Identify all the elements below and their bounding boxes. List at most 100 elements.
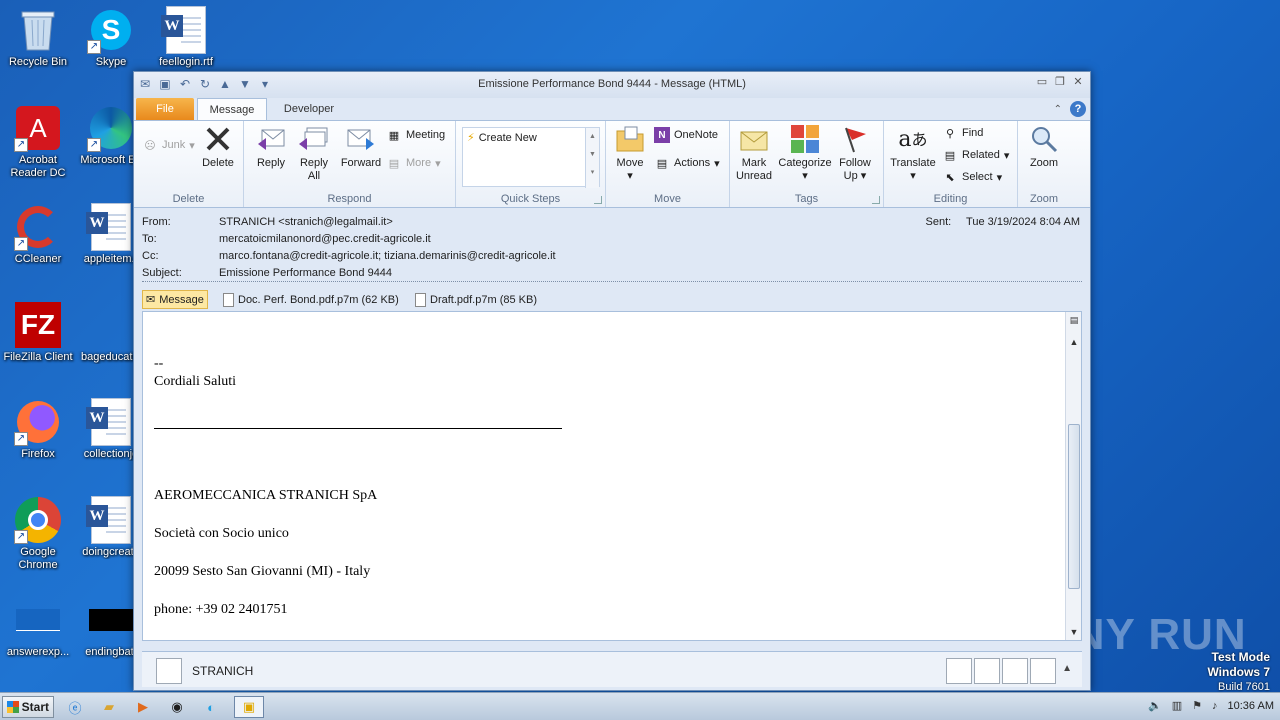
scroll-up-icon[interactable]: ▲ [1068,336,1080,348]
desktop-icon-firefox[interactable]: ↗ Firefox [0,398,76,461]
signature-dash: -- [154,356,164,371]
minimize-ribbon-icon[interactable]: ⌃ [1054,104,1062,115]
reply-icon [255,123,287,155]
windows-test-mode-watermark: Test Mode Windows 7 Build 7601 [1207,650,1270,693]
junk-button[interactable]: ☹ Junk ▾ [142,137,195,153]
delete-button[interactable]: Delete [198,123,238,170]
skype-icon: S ↗ [87,6,135,54]
actions-button[interactable]: ▤ Actions ▾ [654,155,720,171]
dialog-launcher-icon[interactable] [594,196,602,204]
onenote-button[interactable]: N OneNote [654,127,718,143]
minimize-icon[interactable]: ▭ [1036,76,1048,88]
actions-icon: ▤ [656,157,668,170]
reply-button[interactable]: Reply [252,123,290,170]
quick-steps-scroll[interactable]: ▲ ▼ ▾ [585,128,599,188]
mark-unread-button[interactable]: Mark Unread [734,123,774,183]
attachment-doc-perf-bond[interactable]: Doc. Perf. Bond.pdf.p7m (62 KB) [220,290,402,309]
dialog-launcher-icon[interactable] [872,196,880,204]
person-thumbnail[interactable] [946,658,972,684]
clock[interactable]: 10:36 AM [1228,700,1274,712]
editing-group: aあ Translate ▾ ⚲ Find ▤ Related ▾ ⬉ Select… [884,121,1018,207]
action-center-icon[interactable]: ⚑ [1192,699,1202,712]
categorize-button[interactable]: Categorize ▾ [776,123,834,183]
desktop-icon-ccleaner[interactable]: ↗ CCleaner [0,203,76,266]
header-divider [142,281,1082,282]
word-document-icon: W [161,6,210,54]
scroll-options-icon[interactable]: ▤ [1068,314,1080,326]
message-window: ✉ ▣ ↶ ↻ ▲ ▼ ▾ Emissione Performance Bond… [133,71,1091,691]
shortcut-arrow-icon: ↗ [87,138,101,152]
lightning-icon: ⚡ [467,132,475,144]
cc-value[interactable]: marco.fontana@credit-agricole.it; tizian… [219,250,556,262]
desktop-icon-skype[interactable]: S ↗ Skype [73,6,149,69]
attachment-draft[interactable]: Draft.pdf.p7m (85 KB) [412,290,540,309]
related-button[interactable]: ▤ Related ▾ [942,147,1010,163]
shortcut-arrow-icon: ↗ [14,530,28,544]
people-thumbnails [946,658,1056,684]
word-document-icon: W [86,496,135,544]
start-button[interactable]: Start [2,696,54,718]
reply-all-icon [298,123,330,155]
person-thumbnail[interactable] [974,658,1000,684]
calendar-icon: ▦ [388,129,400,142]
vertical-scrollbar[interactable]: ▤ ▲ ▼ [1065,312,1081,640]
close-icon[interactable]: ✕ [1072,76,1084,88]
help-icon[interactable]: ? [1070,101,1086,117]
volume-icon[interactable]: 🔈 [1148,699,1162,712]
media-player-icon[interactable]: ▶ [132,696,154,718]
expand-people-pane-icon[interactable]: ▲ [1062,663,1072,674]
delete-group: ☹ Junk ▾ Delete Delete [134,121,244,207]
tab-message[interactable]: Message [197,98,267,120]
chrome-icon[interactable]: ◉ [166,696,188,718]
desktop-icon-answerexp[interactable]: answerexp... [0,596,76,659]
sent-value: Tue 3/19/2024 8:04 AM [966,216,1080,228]
to-value[interactable]: mercatoicmilanonord@pec.credit-agricole.… [219,233,431,245]
shortcut-arrow-icon: ↗ [14,138,28,152]
desktop-icon-acrobat[interactable]: A ↗ Acrobat Reader DC [0,104,76,180]
quick-steps-gallery[interactable]: ⚡ Create New ▲ ▼ ▾ [462,127,600,188]
select-button[interactable]: ⬉ Select ▾ [942,169,1002,185]
recycle-bin-icon [14,6,62,54]
meeting-button[interactable]: ▦ Meeting [386,127,445,143]
person-thumbnail[interactable] [1002,658,1028,684]
find-button[interactable]: ⚲ Find [942,125,983,141]
scroll-down-icon[interactable]: ▼ [1068,626,1080,638]
desktop-icon-feellogin[interactable]: W feellogin.rtf [148,6,224,69]
chrome-icon: ↗ [14,496,62,544]
tags-group: Mark Unread Categorize ▾ Follow Up ▾ Tags [730,121,884,207]
outlook-taskbar-icon[interactable]: ▣ [234,696,264,718]
sender-name[interactable]: STRANICH [192,664,253,678]
zoom-button[interactable]: Zoom [1024,123,1064,170]
respond-group: Reply Reply All Forward ▦ Meeting ▤ More… [244,121,456,207]
message-body[interactable]: -- Cordiali Saluti AEROMECCANICA STRANIC… [142,311,1082,641]
translate-button[interactable]: aあ Translate ▾ [888,123,938,183]
from-value[interactable]: STRANICH <stranich@legalmail.it> [219,216,393,228]
filezilla-icon: FZ [14,301,62,349]
edge-icon[interactable]: ◐ [200,696,222,718]
title-bar: ✉ ▣ ↶ ↻ ▲ ▼ ▾ Emissione Performance Bond… [134,72,1090,98]
tab-developer[interactable]: Developer [272,98,346,120]
scroll-thumb[interactable] [1068,424,1080,589]
more-button[interactable]: ▤ More ▾ [386,155,441,171]
file-explorer-icon[interactable]: ▰ [98,696,120,718]
reply-all-button[interactable]: Reply All [294,123,334,183]
speaker-icon[interactable]: ♪ [1212,700,1218,712]
envelope-icon [738,123,770,155]
person-thumbnail[interactable] [1030,658,1056,684]
desktop-icon-filezilla[interactable]: FZ FileZilla Client [0,301,76,364]
network-icon[interactable]: ▥ [1172,699,1182,712]
follow-up-button[interactable]: Follow Up ▾ [836,123,874,183]
window-controls: ▭ ❐ ✕ [1036,76,1084,88]
internet-explorer-icon[interactable]: ⓔ [64,696,86,718]
desktop-icon-chrome[interactable]: ↗ Google Chrome [0,496,76,572]
restore-icon[interactable]: ❐ [1054,76,1066,88]
sender-avatar[interactable] [156,658,182,684]
move-button[interactable]: Move ▾ [612,123,648,183]
phone-line: phone: +39 02 2401751 [154,602,288,617]
create-new-quick-step[interactable]: ⚡ Create New [467,131,537,145]
forward-button[interactable]: Forward [338,123,384,170]
message-view-button[interactable]: ✉ Message [142,290,208,309]
desktop-icon-recycle-bin[interactable]: Recycle Bin [0,6,76,69]
tab-file[interactable]: File [136,98,194,120]
subject-value: Emissione Performance Bond 9444 [219,267,393,279]
